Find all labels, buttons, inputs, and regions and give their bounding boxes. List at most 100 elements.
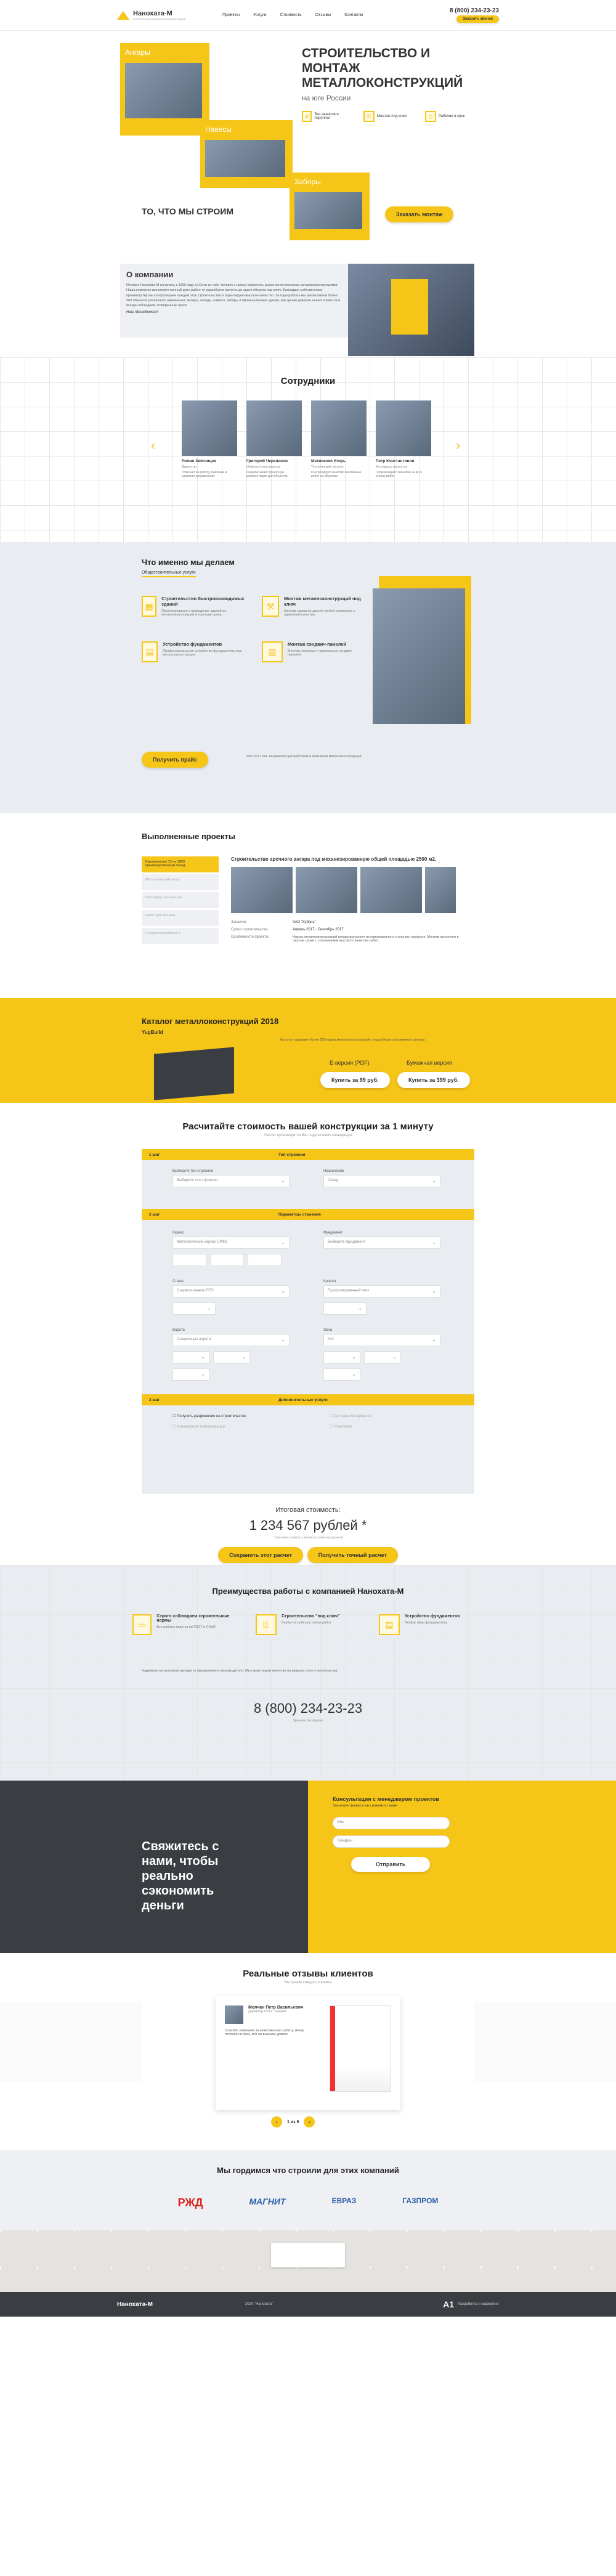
roof-thickness-select[interactable]: ⌄ [323,1302,367,1315]
hero-card-hangars[interactable]: Ангары [120,43,209,136]
service-item: ⚒ Монтаж металлоконструкций под ключ Монта… [262,596,367,617]
gates-count-select[interactable]: ⌄ [172,1368,209,1381]
projects-title: Выполненные проекты [142,832,235,841]
roof-select[interactable]: Профилированный лист ⌄ [323,1285,440,1298]
staff-next-arrow[interactable]: › [456,437,460,453]
nav-prices[interactable]: Стоимость [280,13,302,17]
services-title: Что именно мы делаем [142,558,235,567]
windows-select[interactable]: Нет ⌄ [323,1334,440,1346]
frame-select[interactable]: Металлический каркас (ЛМК) ⌄ [172,1237,290,1249]
service-item: ▦ Строительство быстровозводимых зданий Пр… [142,596,246,617]
hero-card-label: Заборы [294,177,321,186]
about-text: История Нанохата-М началась в 1996 году … [126,283,341,307]
walls-select[interactable]: Сэндвич-панели ППУ ⌄ [172,1285,290,1298]
staff-prev-arrow[interactable]: ‹ [151,437,155,453]
send-button[interactable]: Отправить [351,1857,431,1872]
company-sign [391,279,428,335]
total-label: Итоговая стоимость: [275,1506,341,1514]
reviews-subtitle: Мы ценим каждого клиента [284,1981,332,1985]
services-worker-image [373,576,471,724]
nav-services[interactable]: Услуги [253,13,267,17]
building-type-select[interactable]: Выберите тип строения ⌄ [172,1175,290,1187]
save-calc-button[interactable]: Сохранить этот расчет [218,1547,303,1563]
hero-card-image [294,192,362,229]
about-box: О компании История Нанохата-М началась в… [120,264,348,338]
catalog-book-image [154,1047,234,1100]
logo[interactable]: Нанохата-М строительство и монтаж металл… [117,10,185,20]
catalog-desc: Каталог содержит более 250 видов металло… [280,1038,426,1042]
windows-count-select[interactable]: ⌄ [323,1368,360,1381]
buy-paper-button[interactable]: Купить за 399 руб. [397,1072,470,1088]
contact-form-sub: Заполните форму и мы свяжемся с вами [333,1804,397,1808]
project-details: Заказчик: ЗАО "Кубань" Сроки строительств… [231,920,459,943]
review-document[interactable] [330,2005,391,2092]
project-photo[interactable] [425,867,456,913]
project-tab[interactable]: Складской комплекс 3 [142,928,219,944]
logo-subtext: строительство и монтаж металлоконструкци… [133,17,185,20]
prev-review-button[interactable]: ‹ [271,2116,282,2127]
order-install-button[interactable]: Заказать монтаж [385,206,454,222]
buy-pdf-button[interactable]: Купить за 99 руб. [320,1072,390,1088]
pager-text: 1 из 6 [287,2119,299,2124]
get-price-button[interactable]: Получить прайс [142,752,209,768]
length-input[interactable] [210,1254,244,1266]
staff-photo [246,400,302,456]
header-phone[interactable]: 8 (800) 234-23-23 [450,7,499,14]
project-tab[interactable]: Производственный цех [142,892,219,908]
chevron-down-icon: ⌄ [432,1178,436,1184]
staff-role: Директор [182,465,197,469]
map[interactable] [0,2230,616,2292]
total-note: * итоговая стоимость является ориентиров… [273,1536,343,1540]
hero-card-canopies[interactable]: Навесы [200,120,293,188]
name-input[interactable]: Имя [333,1817,450,1829]
foundation-select[interactable]: Выберите фундамент ⌄ [323,1237,440,1249]
hero-features: ₽ Без авансов и переплат ⚿ Монтаж под ключ… [302,111,474,122]
foundation-icon: ▤ [142,641,158,662]
services-tab[interactable]: Общестроительные услуги [142,571,196,577]
gates-select[interactable]: Секционные ворота ⌄ [172,1334,290,1346]
option-checkbox[interactable]: ☐ Утепление [330,1424,480,1429]
gates-h-select[interactable]: ⌄ [213,1351,250,1363]
gates-w-select[interactable]: ⌄ [172,1351,209,1363]
next-review-button[interactable]: › [304,2116,315,2127]
contact-form-title: Консультация с менеджером проектов [333,1796,439,1802]
walls-thickness-select[interactable]: ⌄ [172,1302,216,1315]
exact-calc-button[interactable]: Получить точный расчет [307,1547,398,1563]
width-input[interactable] [172,1254,206,1266]
purpose-select[interactable]: Склад ⌄ [323,1175,440,1187]
header: Нанохата-М строительство и монтаж металл… [0,0,616,31]
phone-input[interactable]: Телефон [333,1835,450,1848]
project-tab[interactable]: Навес для техники [142,910,219,926]
project-photo[interactable] [360,867,422,913]
project-tab-active[interactable]: Бурлаковская 13 на 3800 производственный… [142,856,219,872]
callback-button[interactable]: Заказать звонок [456,15,499,23]
hero-card-image [125,63,202,118]
staff-list: Роман Звягинцев Директор Отвечает за работ… [182,400,431,478]
footer: Нанохата-М 2020 "Нанохата" A1 Разработка … [0,2292,616,2317]
option-checkbox[interactable]: ☐ Доставка материалов [330,1414,480,1418]
calc-form: 1 шаг Тип строения Выберите тип строения В… [142,1149,474,1494]
height-input[interactable] [248,1254,282,1266]
nav-reviews[interactable]: Отзывы [315,13,331,17]
windows-w-select[interactable]: ⌄ [323,1351,360,1363]
nav-projects[interactable]: Проекты [222,13,240,17]
staff-role: Технический эксперт [311,465,344,469]
staff-name: Матвиенко Игорь [311,459,346,463]
reviews-title: Реальные отзывы клиентов [243,1969,373,1979]
footer-logo[interactable]: Нанохата-М [117,2301,153,2308]
reviewer-name: Молчан Петр Васильевич [248,2005,304,2010]
project-photo[interactable] [296,867,357,913]
hero-card-label: Навесы [205,125,232,134]
staff-text: Отвечает за работу компании и развитие н… [182,471,227,478]
adv-item: ▤ Устройство фундаментов Любые типы фундам… [379,1614,484,1635]
nav-contacts[interactable]: Контакты [344,13,363,17]
option-checkbox[interactable]: ☐ Инженерные коммуникации [172,1424,323,1429]
adv-phone[interactable]: 8 (800) 234-23-23 [0,1700,616,1717]
windows-h-select[interactable]: ⌄ [364,1351,401,1363]
project-tab[interactable]: Металлический ангар [142,874,219,890]
project-heading: Строительство арочного ангара под механи… [231,856,437,862]
developer-logo[interactable]: A1 Разработка и маркетинг [443,2299,499,2309]
project-photo[interactable] [231,867,293,913]
option-checkbox[interactable]: ☐ Получить разрешение на строительство [172,1414,323,1418]
hero-card-fences[interactable]: Заборы [290,173,370,240]
